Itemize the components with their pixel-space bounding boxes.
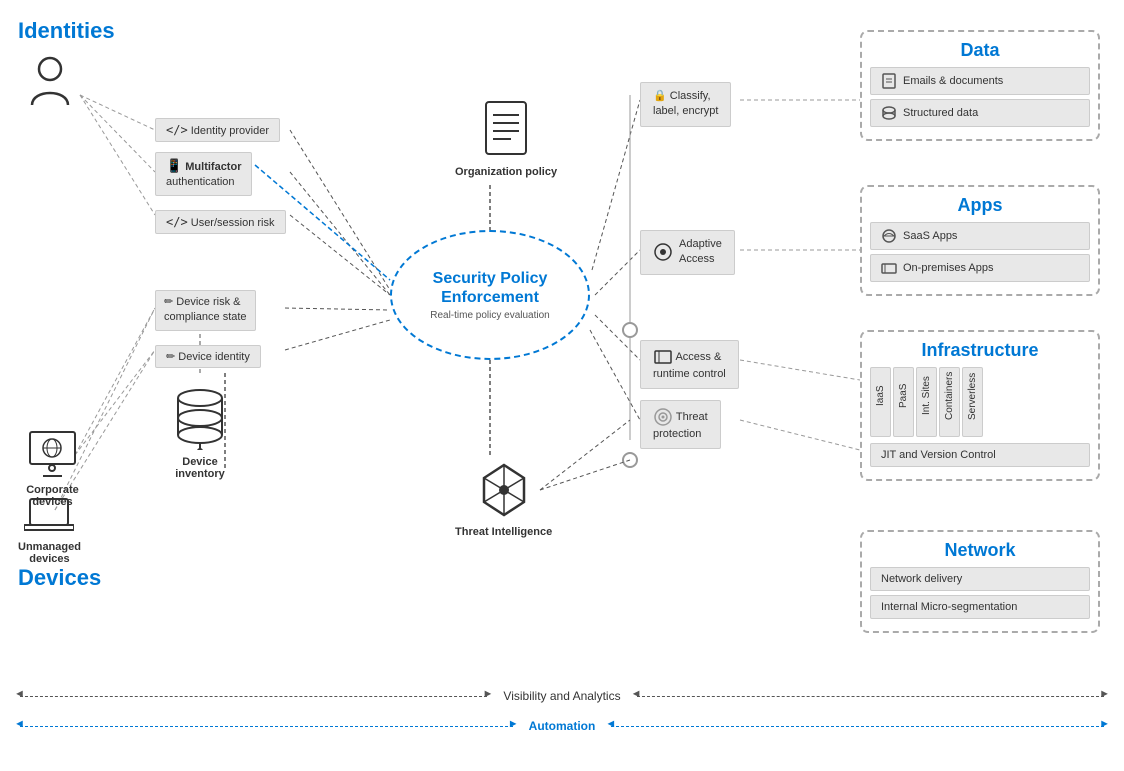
visibility-arrow-left — [20, 696, 487, 697]
structured-data-item: Structured data — [870, 99, 1090, 127]
automation-label: Automation — [513, 719, 612, 733]
visibility-bar: Visibility and Analytics — [0, 689, 1124, 703]
adaptive-access-box: AdaptiveAccess — [640, 230, 735, 275]
security-title: Security Policy Enforcement — [392, 269, 588, 307]
classify-box: 🔒 Classify,label, encrypt — [640, 82, 731, 127]
iaas-item: IaaS — [870, 367, 891, 437]
automation-bar: Automation — [0, 719, 1124, 733]
on-premises-apps-item: On-premises Apps — [870, 254, 1090, 282]
threat-intelligence: Threat Intelligence — [455, 460, 552, 538]
unmanaged-devices-label: Unmanageddevices — [18, 541, 81, 565]
network-section: Network Network delivery Internal Micro-… — [860, 530, 1100, 633]
infra-vertical-items: IaaS PaaS Int. Sites Containers Serverle… — [870, 367, 1090, 437]
apps-title: Apps — [870, 195, 1090, 216]
unmanaged-devices-icon: Unmanageddevices — [18, 495, 81, 565]
access-runtime-box: Access &runtime control — [640, 340, 739, 389]
identity-provider-box: </> Identity provider — [155, 118, 280, 142]
infra-title: Infrastructure — [870, 340, 1090, 361]
visibility-label: Visibility and Analytics — [487, 689, 636, 703]
security-policy-ellipse: Security Policy Enforcement Real-time po… — [390, 230, 590, 360]
data-section: Data Emails & documents Structured data — [860, 30, 1100, 141]
paas-item: PaaS — [893, 367, 914, 437]
apps-section: Apps SaaS Apps On-premises Apps — [860, 185, 1100, 296]
infrastructure-section: Infrastructure IaaS PaaS Int. Sites Cont… — [860, 330, 1100, 481]
identities-title: Identities — [18, 18, 115, 44]
multifactor-box: 📱 Multifactorauthentication — [155, 152, 252, 196]
serverless-item: Serverless — [962, 367, 983, 437]
int-sites-item: Int. Sites — [916, 367, 937, 437]
org-policy: Organization policy — [455, 100, 557, 178]
threat-intel-label: Threat Intelligence — [455, 526, 552, 538]
diagram-container: Identities </> Identity provider 📱 Multi… — [0, 0, 1124, 771]
device-identity-box: ✏ Device identity — [155, 345, 261, 368]
org-policy-label: Organization policy — [455, 166, 557, 178]
threat-protection-box: Threatprotection — [640, 400, 721, 449]
emails-documents-item: Emails & documents — [870, 67, 1090, 95]
data-title: Data — [870, 40, 1090, 61]
visibility-arrow-right — [637, 696, 1104, 697]
containers-item: Containers — [939, 367, 960, 437]
person-icon — [28, 55, 73, 113]
device-inventory: Deviceinventory — [170, 380, 230, 480]
user-session-box: </> User/session risk — [155, 210, 286, 234]
device-risk-box: ✏ Device risk &compliance state — [155, 290, 256, 331]
jit-version-item: JIT and Version Control — [870, 443, 1090, 467]
security-subtitle: Real-time policy evaluation — [430, 310, 550, 321]
devices-title: Devices — [18, 565, 101, 591]
automation-arrow-left — [20, 726, 513, 727]
device-inventory-label: Deviceinventory — [170, 456, 230, 480]
network-delivery-item: Network delivery — [870, 567, 1090, 591]
automation-arrow-right — [611, 726, 1104, 727]
network-title: Network — [870, 540, 1090, 561]
internal-micro-seg-item: Internal Micro-segmentation — [870, 595, 1090, 619]
saas-apps-item: SaaS Apps — [870, 222, 1090, 250]
